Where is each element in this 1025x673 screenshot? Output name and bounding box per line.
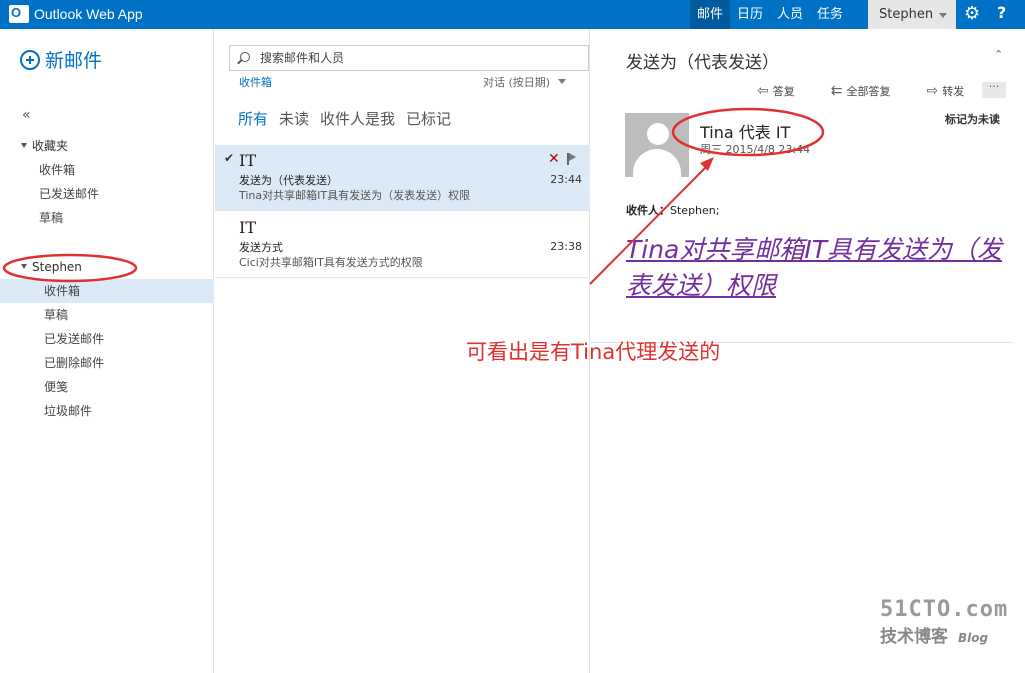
- folder-notes[interactable]: 便笺: [0, 375, 214, 399]
- filter-to-me[interactable]: 收件人是我: [320, 108, 395, 129]
- collapse-pane-button[interactable]: «: [22, 107, 31, 123]
- message-item[interactable]: IT 发送方式 23:38 Cici对共享邮箱IT具有发送方式的权限: [215, 212, 590, 278]
- recipient-name[interactable]: Stephen;: [670, 204, 719, 217]
- more-actions-button[interactable]: ···: [982, 81, 1006, 98]
- folder-inbox[interactable]: 收件箱: [0, 279, 214, 303]
- reply-button[interactable]: ⇦ 答复: [757, 83, 813, 99]
- new-mail-button[interactable]: 新邮件: [20, 46, 102, 73]
- search-box[interactable]: [229, 45, 589, 71]
- watermark-line2: 技术博客: [880, 627, 948, 647]
- current-folder-label: 收件箱: [239, 76, 272, 89]
- chevron-down-icon: [939, 13, 947, 18]
- avatar-head: [647, 123, 669, 145]
- help-icon[interactable]: ?: [997, 3, 1006, 22]
- avatar-body: [633, 149, 681, 177]
- folder-deleted[interactable]: 已删除邮件: [0, 351, 214, 375]
- filter-all[interactable]: 所有: [238, 108, 268, 129]
- reply-all-label: 全部答复: [846, 85, 891, 98]
- top-bar: Outlook Web App 邮件 日历 人员 任务 Stephen ⚙ ?: [0, 0, 1025, 29]
- reply-all-button[interactable]: ⇇ 全部答复: [831, 83, 909, 99]
- reply-label: 答复: [772, 85, 795, 98]
- user-name: Stephen: [879, 7, 934, 22]
- mailbox-header[interactable]: Stephen: [0, 255, 214, 279]
- message-from: IT: [239, 218, 256, 237]
- nav-tasks[interactable]: 任务: [810, 0, 850, 29]
- watermark-line3: Blog: [958, 631, 989, 645]
- forward-label: 转发: [942, 85, 965, 98]
- app-logo[interactable]: Outlook Web App: [9, 5, 143, 23]
- new-mail-label: 新邮件: [45, 50, 103, 72]
- app-title: Outlook Web App: [34, 6, 143, 22]
- nav-mail[interactable]: 邮件: [690, 0, 731, 29]
- nav-people[interactable]: 人员: [770, 0, 810, 29]
- message-time: 23:44: [550, 173, 582, 186]
- nav-calendar[interactable]: 日历: [730, 0, 770, 29]
- message-item[interactable]: ✔ IT ✕ 发送为（代表发送） 23:44 Tina对共享邮箱IT具有发送为（…: [215, 145, 590, 211]
- avatar: [625, 113, 689, 177]
- folder-sent[interactable]: 已发送邮件: [0, 327, 214, 351]
- message-subject: 发送为（代表发送）: [239, 174, 338, 187]
- reply-icon: ⇦: [757, 83, 769, 99]
- sent-date: 周三 2015/4/8 23:44: [700, 143, 811, 156]
- message-title: 发送为（代表发送）: [626, 53, 779, 73]
- watermark-site: 51CTO.com: [880, 597, 1009, 622]
- message-from: IT: [239, 151, 256, 170]
- message-subject: 发送方式: [239, 241, 283, 254]
- flag-icon[interactable]: [567, 153, 577, 165]
- delete-icon[interactable]: ✕: [548, 151, 560, 167]
- reply-all-icon: ⇇: [830, 83, 843, 99]
- search-icon: [240, 52, 250, 62]
- outlook-icon: [9, 5, 29, 23]
- mailbox-tree: Stephen 收件箱 草稿 已发送邮件 已删除邮件 便笺 垃圾邮件: [0, 255, 214, 423]
- plus-icon: [20, 49, 40, 70]
- filter-flagged[interactable]: 已标记: [406, 108, 451, 129]
- favorites-header[interactable]: 收藏夹: [0, 134, 214, 158]
- user-menu[interactable]: Stephen: [868, 0, 956, 29]
- top-nav: 邮件 日历 人员 任务: [690, 0, 850, 29]
- recipient-line: 收件人：Stephen;: [626, 202, 719, 218]
- check-icon[interactable]: ✔: [224, 151, 234, 165]
- folder-junk[interactable]: 垃圾邮件: [0, 399, 214, 423]
- watermark: 51CTO.com 技术博客 Blog: [880, 597, 1008, 647]
- forward-button[interactable]: ⇨ 转发: [926, 83, 982, 99]
- expand-icon[interactable]: ⌃: [994, 48, 1003, 61]
- folder-pane: 新邮件 « 收藏夹 收件箱 已发送邮件 草稿 Stephen 收件箱 草稿 已发…: [0, 29, 214, 673]
- message-body: Tina对共享邮箱IT具有发送为（发表发送）权限: [626, 235, 1003, 300]
- recipient-label: 收件人：: [626, 204, 670, 217]
- folder-favorite-drafts[interactable]: 草稿: [0, 206, 214, 230]
- folder-drafts[interactable]: 草稿: [0, 303, 214, 327]
- gear-icon[interactable]: ⚙: [964, 3, 980, 24]
- folder-favorite-sent[interactable]: 已发送邮件: [0, 182, 214, 206]
- message-time: 23:38: [550, 240, 582, 253]
- folder-favorite-inbox[interactable]: 收件箱: [0, 158, 214, 182]
- sort-dropdown[interactable]: 对话 (按日期): [483, 74, 567, 90]
- message-preview: Tina对共享邮箱IT具有发送为（发表发送）权限: [239, 189, 471, 202]
- mark-unread-link[interactable]: 标记为未读: [945, 111, 1000, 127]
- message-actions: ⇦ 答复 ⇇ 全部答复 ⇨ 转发: [757, 83, 1000, 99]
- search-input[interactable]: [260, 49, 580, 67]
- forward-icon: ⇨: [926, 83, 939, 99]
- annotation-text: 可看出是有Tina代理发送的: [466, 340, 721, 364]
- sender-name[interactable]: Tina 代表 IT: [700, 119, 790, 143]
- favorites-tree: 收藏夹 收件箱 已发送邮件 草稿: [0, 134, 214, 230]
- message-preview: Cici对共享邮箱IT具有发送方式的权限: [239, 256, 423, 269]
- filter-unread[interactable]: 未读: [279, 108, 309, 129]
- filter-bar: 所有 未读 收件人是我 已标记: [238, 108, 451, 129]
